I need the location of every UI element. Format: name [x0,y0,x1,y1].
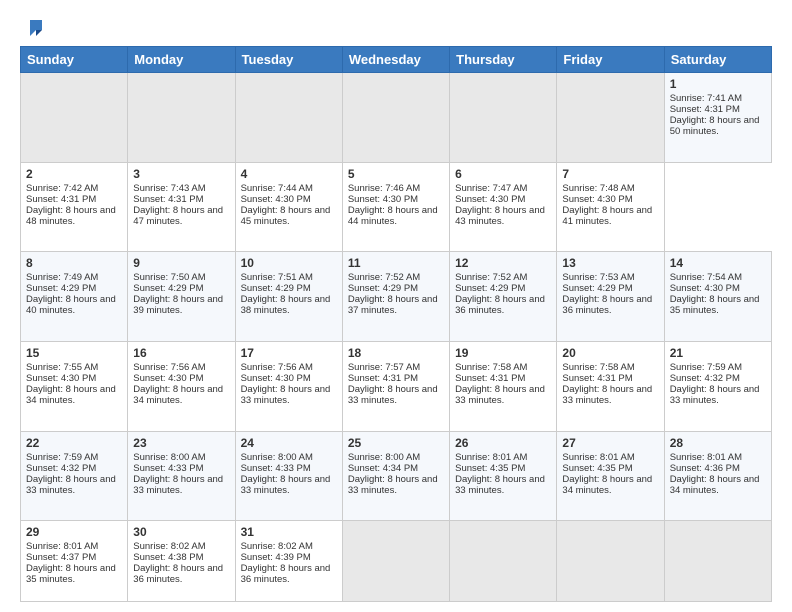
day-number: 12 [455,256,551,270]
empty-cell [342,521,449,602]
day-cell-26: 26Sunrise: 8:01 AMSunset: 4:35 PMDayligh… [450,431,557,521]
col-header-wednesday: Wednesday [342,47,449,73]
week-row-6: 29Sunrise: 8:01 AMSunset: 4:37 PMDayligh… [21,521,772,602]
day-cell-2: 2Sunrise: 7:42 AMSunset: 4:31 PMDaylight… [21,162,128,252]
logo [20,16,44,38]
day-number: 16 [133,346,229,360]
col-header-friday: Friday [557,47,664,73]
empty-cell [21,73,128,163]
empty-cell [557,73,664,163]
col-header-saturday: Saturday [664,47,771,73]
week-row-2: 2Sunrise: 7:42 AMSunset: 4:31 PMDaylight… [21,162,772,252]
week-row-4: 15Sunrise: 7:55 AMSunset: 4:30 PMDayligh… [21,342,772,432]
day-cell-12: 12Sunrise: 7:52 AMSunset: 4:29 PMDayligh… [450,252,557,342]
day-number: 29 [26,525,122,539]
day-number: 21 [670,346,766,360]
day-cell-28: 28Sunrise: 8:01 AMSunset: 4:36 PMDayligh… [664,431,771,521]
day-number: 7 [562,167,658,181]
day-cell-6: 6Sunrise: 7:47 AMSunset: 4:30 PMDaylight… [450,162,557,252]
week-row-3: 8Sunrise: 7:49 AMSunset: 4:29 PMDaylight… [21,252,772,342]
day-number: 11 [348,256,444,270]
day-cell-24: 24Sunrise: 8:00 AMSunset: 4:33 PMDayligh… [235,431,342,521]
day-cell-10: 10Sunrise: 7:51 AMSunset: 4:29 PMDayligh… [235,252,342,342]
day-number: 23 [133,436,229,450]
day-cell-5: 5Sunrise: 7:46 AMSunset: 4:30 PMDaylight… [342,162,449,252]
day-number: 20 [562,346,658,360]
day-cell-14: 14Sunrise: 7:54 AMSunset: 4:30 PMDayligh… [664,252,771,342]
day-number: 2 [26,167,122,181]
calendar-table: SundayMondayTuesdayWednesdayThursdayFrid… [20,46,772,602]
day-cell-22: 22Sunrise: 7:59 AMSunset: 4:32 PMDayligh… [21,431,128,521]
day-cell-18: 18Sunrise: 7:57 AMSunset: 4:31 PMDayligh… [342,342,449,432]
empty-cell [235,73,342,163]
day-number: 25 [348,436,444,450]
day-number: 31 [241,525,337,539]
logo-icon [22,16,44,38]
day-number: 10 [241,256,337,270]
day-number: 19 [455,346,551,360]
day-cell-7: 7Sunrise: 7:48 AMSunset: 4:30 PMDaylight… [557,162,664,252]
day-cell-30: 30Sunrise: 8:02 AMSunset: 4:38 PMDayligh… [128,521,235,602]
day-number: 8 [26,256,122,270]
empty-cell [342,73,449,163]
day-cell-20: 20Sunrise: 7:58 AMSunset: 4:31 PMDayligh… [557,342,664,432]
day-cell-16: 16Sunrise: 7:56 AMSunset: 4:30 PMDayligh… [128,342,235,432]
day-cell-1: 1Sunrise: 7:41 AMSunset: 4:31 PMDaylight… [664,73,771,163]
day-cell-9: 9Sunrise: 7:50 AMSunset: 4:29 PMDaylight… [128,252,235,342]
day-number: 5 [348,167,444,181]
day-number: 1 [670,77,766,91]
empty-cell [664,521,771,602]
day-number: 30 [133,525,229,539]
day-cell-8: 8Sunrise: 7:49 AMSunset: 4:29 PMDaylight… [21,252,128,342]
empty-cell [450,521,557,602]
day-number: 28 [670,436,766,450]
empty-cell [128,73,235,163]
day-number: 27 [562,436,658,450]
day-cell-23: 23Sunrise: 8:00 AMSunset: 4:33 PMDayligh… [128,431,235,521]
col-header-thursday: Thursday [450,47,557,73]
day-cell-19: 19Sunrise: 7:58 AMSunset: 4:31 PMDayligh… [450,342,557,432]
day-cell-21: 21Sunrise: 7:59 AMSunset: 4:32 PMDayligh… [664,342,771,432]
day-cell-27: 27Sunrise: 8:01 AMSunset: 4:35 PMDayligh… [557,431,664,521]
day-cell-13: 13Sunrise: 7:53 AMSunset: 4:29 PMDayligh… [557,252,664,342]
week-row-5: 22Sunrise: 7:59 AMSunset: 4:32 PMDayligh… [21,431,772,521]
week-row-1: 1Sunrise: 7:41 AMSunset: 4:31 PMDaylight… [21,73,772,163]
day-cell-31: 31Sunrise: 8:02 AMSunset: 4:39 PMDayligh… [235,521,342,602]
day-number: 26 [455,436,551,450]
calendar-page: SundayMondayTuesdayWednesdayThursdayFrid… [0,0,792,612]
day-cell-15: 15Sunrise: 7:55 AMSunset: 4:30 PMDayligh… [21,342,128,432]
col-header-tuesday: Tuesday [235,47,342,73]
day-number: 4 [241,167,337,181]
day-number: 3 [133,167,229,181]
day-cell-29: 29Sunrise: 8:01 AMSunset: 4:37 PMDayligh… [21,521,128,602]
day-cell-11: 11Sunrise: 7:52 AMSunset: 4:29 PMDayligh… [342,252,449,342]
empty-cell [450,73,557,163]
day-number: 18 [348,346,444,360]
day-number: 14 [670,256,766,270]
col-header-sunday: Sunday [21,47,128,73]
day-cell-17: 17Sunrise: 7:56 AMSunset: 4:30 PMDayligh… [235,342,342,432]
day-cell-3: 3Sunrise: 7:43 AMSunset: 4:31 PMDaylight… [128,162,235,252]
day-number: 6 [455,167,551,181]
day-number: 9 [133,256,229,270]
header-row: SundayMondayTuesdayWednesdayThursdayFrid… [21,47,772,73]
empty-cell [557,521,664,602]
day-number: 24 [241,436,337,450]
header [20,16,772,38]
day-number: 22 [26,436,122,450]
day-number: 15 [26,346,122,360]
day-number: 13 [562,256,658,270]
day-cell-4: 4Sunrise: 7:44 AMSunset: 4:30 PMDaylight… [235,162,342,252]
day-cell-25: 25Sunrise: 8:00 AMSunset: 4:34 PMDayligh… [342,431,449,521]
col-header-monday: Monday [128,47,235,73]
day-number: 17 [241,346,337,360]
